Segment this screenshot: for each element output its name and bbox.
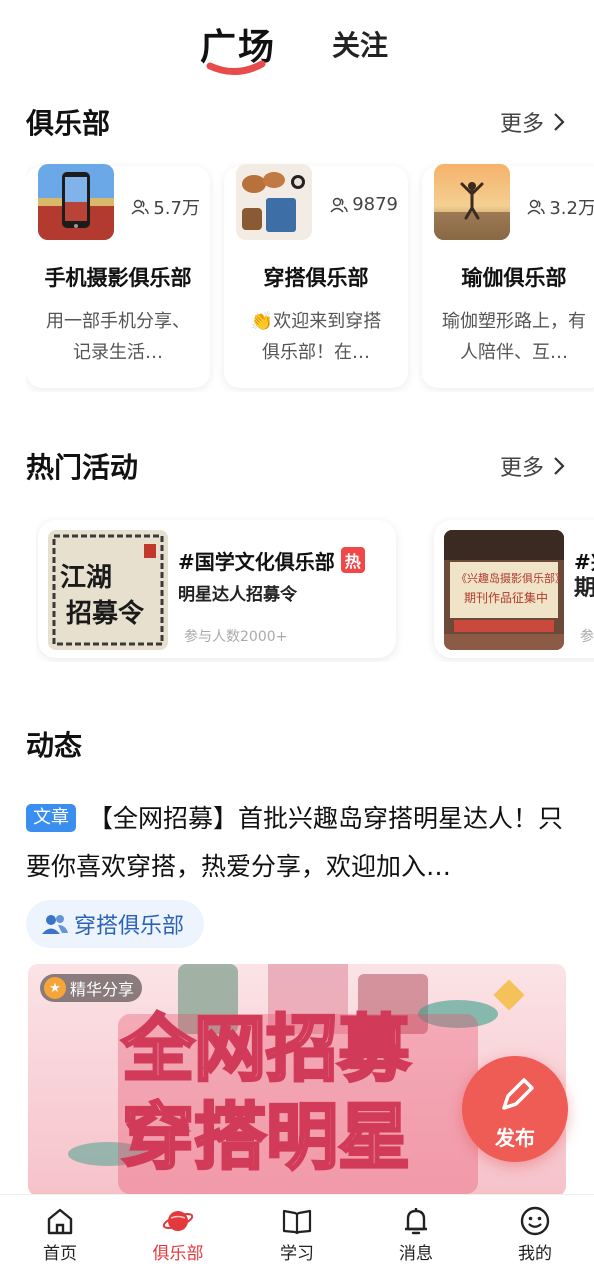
nav-mine-label: 我的 bbox=[518, 1244, 552, 1264]
members-icon bbox=[330, 197, 348, 212]
yoga-sunset-thumb bbox=[434, 164, 510, 240]
post-title[interactable]: 文章 【全网招募】首批兴趣岛穿搭明星达人！只要你喜欢穿搭，热爱分享，欢迎加入… bbox=[26, 795, 571, 891]
publish-label: 发布 bbox=[495, 1126, 535, 1150]
club-card-fashion[interactable]: 9879 穿搭俱乐部 👏欢迎来到穿搭俱乐部！在… bbox=[224, 164, 408, 388]
publish-button[interactable]: 发布 bbox=[462, 1056, 568, 1162]
members-icon bbox=[42, 915, 68, 934]
hot-badge: 热 bbox=[340, 547, 365, 573]
svg-text:招募令: 招募令 bbox=[66, 598, 145, 629]
club-name: 穿搭俱乐部 bbox=[263, 266, 369, 290]
nav-messages[interactable]: 消息 bbox=[376, 1205, 456, 1264]
club-desc: 👏欢迎来到穿搭俱乐部！在… bbox=[250, 311, 382, 363]
top-tabs: 广场 关注 bbox=[0, 0, 594, 90]
banner-line1: 全网招募 bbox=[121, 1007, 411, 1091]
banner-line2: 穿搭明星 bbox=[122, 1095, 410, 1179]
book-icon bbox=[282, 1209, 312, 1235]
activity-subtitle: 期 bbox=[574, 576, 594, 601]
member-count: 5.7万 bbox=[131, 194, 200, 220]
tab-follow[interactable]: 关注 bbox=[332, 24, 388, 64]
svg-text:江湖: 江湖 bbox=[60, 563, 112, 593]
clubs-section-title: 俱乐部 bbox=[26, 107, 111, 140]
svg-text:《兴趣岛摄影俱乐部》: 《兴趣岛摄影俱乐部》 bbox=[456, 571, 564, 585]
featured-badge: ★ 精华分享 bbox=[40, 974, 143, 1002]
nav-club-label: 俱乐部 bbox=[152, 1244, 204, 1264]
activity-card-photo-journal[interactable]: 《兴趣岛摄影俱乐部》 期刊作品征集中 #兴 期 参 bbox=[434, 520, 594, 658]
activities-section-title: 热门活动 bbox=[26, 451, 139, 484]
svg-text:期刊作品征集中: 期刊作品征集中 bbox=[464, 590, 548, 605]
club-chip-label: 穿搭俱乐部 bbox=[74, 914, 185, 939]
member-count-value: 3.2万 bbox=[549, 198, 594, 219]
chevron-right-icon bbox=[554, 113, 565, 131]
feed-section-title: 动态 bbox=[26, 729, 83, 762]
club-desc: 瑜伽塑形路上，有人陪伴、互… bbox=[442, 311, 586, 363]
nav-study-label: 学习 bbox=[280, 1244, 314, 1264]
bell-icon bbox=[405, 1208, 427, 1235]
member-count: 9879 bbox=[330, 194, 398, 215]
pencil-icon bbox=[502, 1078, 534, 1110]
planet-icon bbox=[162, 1211, 194, 1231]
club-chip[interactable]: 穿搭俱乐部 bbox=[26, 900, 205, 948]
member-count-value: 9879 bbox=[352, 194, 398, 215]
club-name: 瑜伽俱乐部 bbox=[461, 266, 567, 290]
activity-thumb: 江湖 招募令 bbox=[48, 530, 168, 650]
member-count: 3.2万 bbox=[527, 194, 594, 220]
activity-title: #国学文化俱乐部热 bbox=[178, 546, 365, 575]
nav-study[interactable]: 学习 bbox=[257, 1205, 337, 1264]
activities-more-label: 更多 bbox=[499, 456, 544, 481]
club-card-phone-photo[interactable]: 5.7万 手机摄影俱乐部 用一部手机分享、记录生活… bbox=[26, 164, 210, 388]
activities-more-link[interactable]: 更多 bbox=[500, 450, 566, 482]
active-tab-indicator bbox=[206, 60, 266, 75]
clubs-more-link[interactable]: 更多 bbox=[500, 106, 566, 138]
nav-club[interactable]: 俱乐部 bbox=[138, 1205, 218, 1264]
nav-home[interactable]: 首页 bbox=[20, 1205, 100, 1264]
star-icon: ★ bbox=[44, 977, 66, 999]
chevron-right-icon bbox=[554, 457, 565, 475]
smiley-face-icon bbox=[520, 1206, 550, 1236]
home-icon bbox=[47, 1208, 73, 1235]
phone-camera-thumb bbox=[38, 164, 114, 240]
fashion-items-thumb bbox=[236, 164, 312, 240]
nav-messages-label: 消息 bbox=[399, 1244, 433, 1264]
activity-title-text: #国学文化俱乐部 bbox=[178, 550, 335, 574]
club-desc: 用一部手机分享、记录生活… bbox=[46, 311, 190, 363]
club-name: 手机摄影俱乐部 bbox=[44, 266, 192, 290]
activity-subtitle: 明星达人招募令 bbox=[178, 585, 297, 605]
article-tag: 文章 bbox=[26, 804, 76, 832]
activity-thumb: 《兴趣岛摄影俱乐部》 期刊作品征集中 bbox=[444, 530, 564, 650]
member-count-value: 5.7万 bbox=[153, 198, 200, 219]
nav-home-label: 首页 bbox=[43, 1244, 77, 1264]
clubs-carousel[interactable]: 5.7万 手机摄影俱乐部 用一部手机分享、记录生活… 9879 穿搭俱乐部 👏欢… bbox=[26, 162, 594, 392]
nav-mine[interactable]: 我的 bbox=[495, 1205, 575, 1264]
bottom-nav: 首页 俱乐部 学习 消息 我的 bbox=[0, 1194, 594, 1280]
members-icon bbox=[527, 199, 546, 215]
activity-card-guoxue[interactable]: 江湖 招募令 #国学文化俱乐部热 明星达人招募令 参与人数2000+ bbox=[38, 520, 396, 658]
featured-badge-label: 精华分享 bbox=[70, 980, 135, 999]
post-title-text: 【全网招募】首批兴趣岛穿搭明星达人！只要你喜欢穿搭，热爱分享，欢迎加入… bbox=[26, 804, 564, 881]
club-card-yoga[interactable]: 3.2万 瑜伽俱乐部 瑜伽塑形路上，有人陪伴、互… bbox=[422, 164, 594, 388]
clubs-more-label: 更多 bbox=[499, 112, 544, 137]
activity-participants: 参与人数2000+ bbox=[184, 629, 288, 645]
activity-participants: 参 bbox=[580, 629, 594, 645]
activities-carousel[interactable]: 江湖 招募令 #国学文化俱乐部热 明星达人招募令 参与人数2000+ 《兴趣岛摄… bbox=[36, 516, 594, 662]
members-icon bbox=[131, 199, 150, 215]
